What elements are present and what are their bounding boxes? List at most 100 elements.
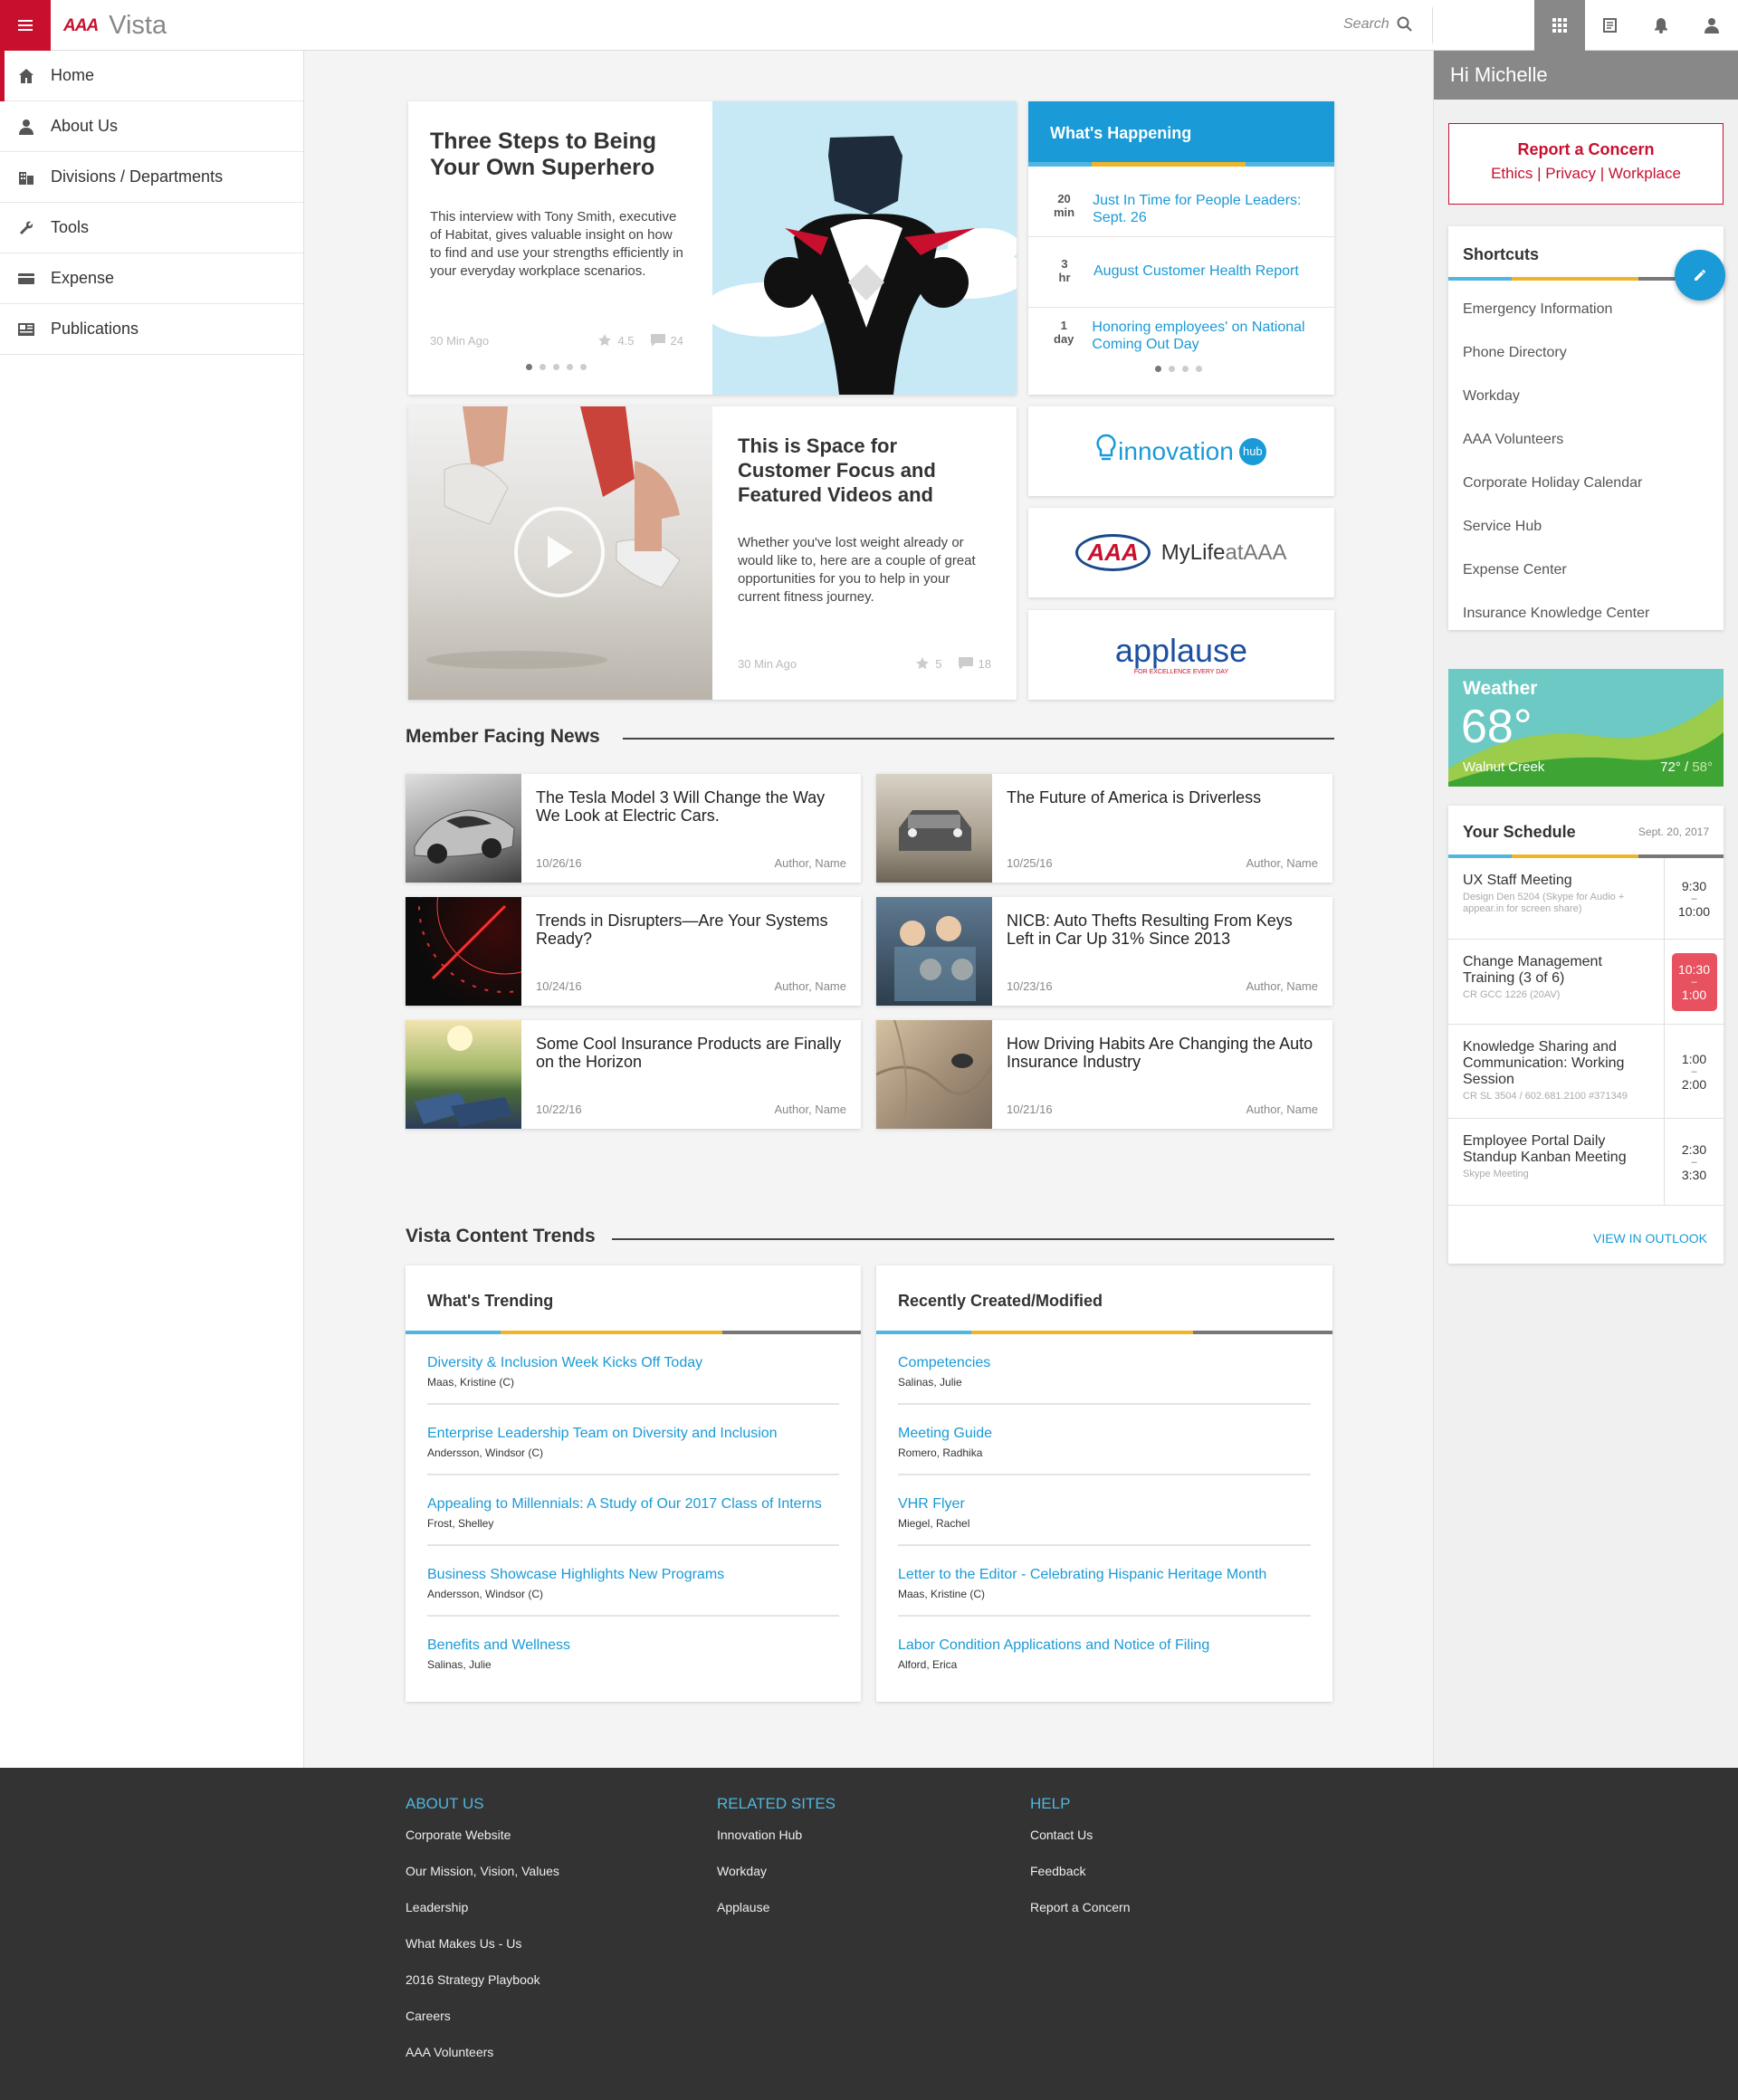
sidebar-item-about-us[interactable]: About Us: [0, 101, 303, 152]
news-title[interactable]: Some Cool Insurance Products are Finally…: [536, 1035, 846, 1071]
trend-link[interactable]: Benefits and Wellness: [427, 1637, 839, 1655]
video-card[interactable]: This is Space for Customer Focus and Fea…: [408, 406, 1017, 700]
news-title[interactable]: How Driving Habits Are Changing the Auto…: [1007, 1035, 1318, 1071]
news-card[interactable]: The Tesla Model 3 Will Change the Way We…: [406, 774, 861, 883]
schedule-row[interactable]: Knowledge Sharing and Communication: Wor…: [1448, 1025, 1724, 1119]
apps-grid-icon[interactable]: [1534, 0, 1585, 51]
trend-link[interactable]: Appealing to Millennials: A Study of Our…: [427, 1495, 839, 1513]
applause-card[interactable]: applause FOR EXCELLENCE EVERY DAY: [1028, 610, 1334, 700]
list-item[interactable]: Meeting Guide Romero, Radhika: [898, 1405, 1311, 1475]
footer-link[interactable]: Leadership: [406, 1900, 559, 1936]
list-item[interactable]: 20 min Just In Time for People Leaders: S…: [1028, 192, 1334, 237]
sidebar-item-expense[interactable]: Expense: [0, 253, 303, 304]
news-title[interactable]: The Tesla Model 3 Will Change the Way We…: [536, 788, 846, 825]
privacy-link[interactable]: Privacy: [1545, 165, 1596, 182]
news-card[interactable]: How Driving Habits Are Changing the Auto…: [875, 1019, 1332, 1130]
ethics-link[interactable]: Ethics: [1491, 165, 1533, 182]
news-title[interactable]: Trends in Disrupters—Are Your Systems Re…: [536, 912, 846, 948]
sidebar-item-tools[interactable]: Tools: [0, 203, 303, 253]
bell-icon[interactable]: [1636, 0, 1686, 51]
list-item[interactable]: Labor Condition Applications and Notice …: [898, 1617, 1311, 1687]
report-title[interactable]: Report a Concern: [1449, 140, 1723, 159]
footer-link[interactable]: Feedback: [1030, 1864, 1131, 1900]
footer-link[interactable]: Our Mission, Vision, Values: [406, 1864, 559, 1900]
innovation-hub-card[interactable]: innovation hub: [1028, 406, 1334, 496]
hero-card[interactable]: Three Steps to Being Your Own Superhero …: [408, 101, 1017, 395]
footer-link[interactable]: 2016 Strategy Playbook: [406, 1972, 559, 2009]
trend-link[interactable]: Enterprise Leadership Team on Diversity …: [427, 1425, 839, 1443]
news-title[interactable]: The Future of America is Driverless: [1007, 788, 1318, 807]
recent-link[interactable]: Meeting Guide: [898, 1425, 1311, 1443]
hero-title[interactable]: Three Steps to Being Your Own Superhero: [430, 129, 683, 181]
user-icon[interactable]: [1686, 0, 1737, 51]
list-item[interactable]: Appealing to Millennials: A Study of Our…: [427, 1475, 839, 1546]
list-item[interactable]: Diversity & Inclusion Week Kicks Off Tod…: [427, 1334, 839, 1405]
list-item[interactable]: Benefits and Wellness Salinas, Julie: [427, 1617, 839, 1687]
news-link[interactable]: Just In Time for People Leaders: Sept. 2…: [1093, 192, 1311, 226]
footer-link[interactable]: Innovation Hub: [717, 1828, 836, 1864]
recent-link[interactable]: Labor Condition Applications and Notice …: [898, 1637, 1311, 1655]
carousel-dots[interactable]: [1155, 366, 1202, 372]
news-card[interactable]: Trends in Disrupters—Are Your Systems Re…: [406, 819, 861, 1006]
list-item[interactable]: Letter to the Editor - Celebrating Hispa…: [898, 1546, 1311, 1617]
shortcut-link[interactable]: Emergency Information: [1448, 288, 1724, 331]
shortcut-link[interactable]: Workday: [1448, 375, 1724, 418]
footer-link[interactable]: Applause: [717, 1900, 836, 1936]
search-box[interactable]: Search: [1343, 16, 1413, 33]
footer-link[interactable]: Corporate Website: [406, 1828, 559, 1864]
shortcut-link[interactable]: Phone Directory: [1448, 331, 1724, 375]
news-card[interactable]: Some Cool Insurance Products are Finally…: [406, 1020, 861, 1129]
shortcut-link[interactable]: AAA Volunteers: [1448, 418, 1724, 462]
footer-link[interactable]: Workday: [717, 1864, 836, 1900]
news-link[interactable]: August Customer Health Report: [1093, 262, 1299, 280]
play-icon[interactable]: [514, 507, 605, 597]
logo[interactable]: AAA Vista: [63, 11, 167, 41]
search-icon[interactable]: [1397, 16, 1413, 33]
video-thumbnail[interactable]: [408, 406, 712, 700]
list-item[interactable]: 3 hr August Customer Health Report: [1028, 257, 1334, 308]
comment-icon[interactable]: [958, 657, 973, 670]
mylife-card[interactable]: AAA MyLife atAAA: [1028, 508, 1334, 597]
list-item[interactable]: Business Showcase Highlights New Program…: [427, 1546, 839, 1617]
list-item[interactable]: VHR Flyer Miegel, Rachel: [898, 1475, 1311, 1546]
shortcut-link[interactable]: Corporate Holiday Calendar: [1448, 462, 1724, 505]
list-item[interactable]: 1 day Honoring employees' on National Com…: [1028, 319, 1334, 353]
list-item[interactable]: Competencies Salinas, Julie: [898, 1334, 1311, 1405]
schedule-row[interactable]: Change Management Training (3 of 6) CR GC…: [1448, 940, 1724, 1025]
news-icon[interactable]: [1585, 0, 1636, 51]
comment-icon[interactable]: [650, 334, 665, 347]
carousel-dots[interactable]: [526, 364, 587, 370]
news-card[interactable]: The Future of America is Driverless 10/2…: [876, 774, 1332, 883]
news-link[interactable]: Honoring employees' on National Coming O…: [1092, 319, 1311, 353]
recent-link[interactable]: Competencies: [898, 1354, 1311, 1372]
video-title[interactable]: This is Space for Customer Focus and Fea…: [738, 434, 991, 507]
list-item[interactable]: Enterprise Leadership Team on Diversity …: [427, 1405, 839, 1475]
shortcut-link[interactable]: Service Hub: [1448, 505, 1724, 549]
trend-link[interactable]: Business Showcase Highlights New Program…: [427, 1566, 839, 1584]
star-icon[interactable]: [915, 656, 930, 671]
sidebar-item-divisions[interactable]: Divisions / Departments: [0, 152, 303, 203]
weather-widget[interactable]: Weather 68° Walnut Creek 72° / 58°: [1448, 669, 1724, 787]
edit-shortcuts-button[interactable]: [1675, 250, 1725, 301]
shortcut-link[interactable]: Insurance Knowledge Center: [1448, 592, 1724, 635]
sidebar-item-publications[interactable]: Publications: [0, 304, 303, 355]
recent-link[interactable]: VHR Flyer: [898, 1495, 1311, 1513]
star-icon[interactable]: [597, 333, 612, 348]
footer-link[interactable]: Contact Us: [1030, 1828, 1131, 1864]
news-title[interactable]: NICB: Auto Thefts Resulting From Keys Le…: [1007, 912, 1318, 948]
schedule-row[interactable]: Employee Portal Daily Standup Kanban Mee…: [1448, 1119, 1724, 1206]
workplace-link[interactable]: Workplace: [1609, 165, 1681, 182]
footer-link[interactable]: Report a Concern: [1030, 1900, 1131, 1936]
news-card[interactable]: NICB: Auto Thefts Resulting From Keys Le…: [876, 897, 1332, 1006]
schedule-row[interactable]: UX Staff Meeting Design Den 5204 (Skype f…: [1448, 858, 1724, 940]
view-in-outlook-link[interactable]: VIEW IN OUTLOOK: [1593, 1231, 1707, 1246]
trend-link[interactable]: Diversity & Inclusion Week Kicks Off Tod…: [427, 1354, 839, 1372]
sidebar-item-home[interactable]: Home: [0, 51, 303, 101]
footer-link[interactable]: Careers: [406, 2009, 559, 2045]
hamburger-menu-button[interactable]: [0, 0, 51, 51]
report-concern-box[interactable]: Report a Concern Ethics | Privacy | Work…: [1448, 123, 1724, 205]
shortcut-link[interactable]: Expense Center: [1448, 549, 1724, 592]
recent-link[interactable]: Letter to the Editor - Celebrating Hispa…: [898, 1566, 1311, 1584]
footer-link[interactable]: AAA Volunteers: [406, 2045, 559, 2081]
footer-link[interactable]: What Makes Us - Us: [406, 1936, 559, 1972]
